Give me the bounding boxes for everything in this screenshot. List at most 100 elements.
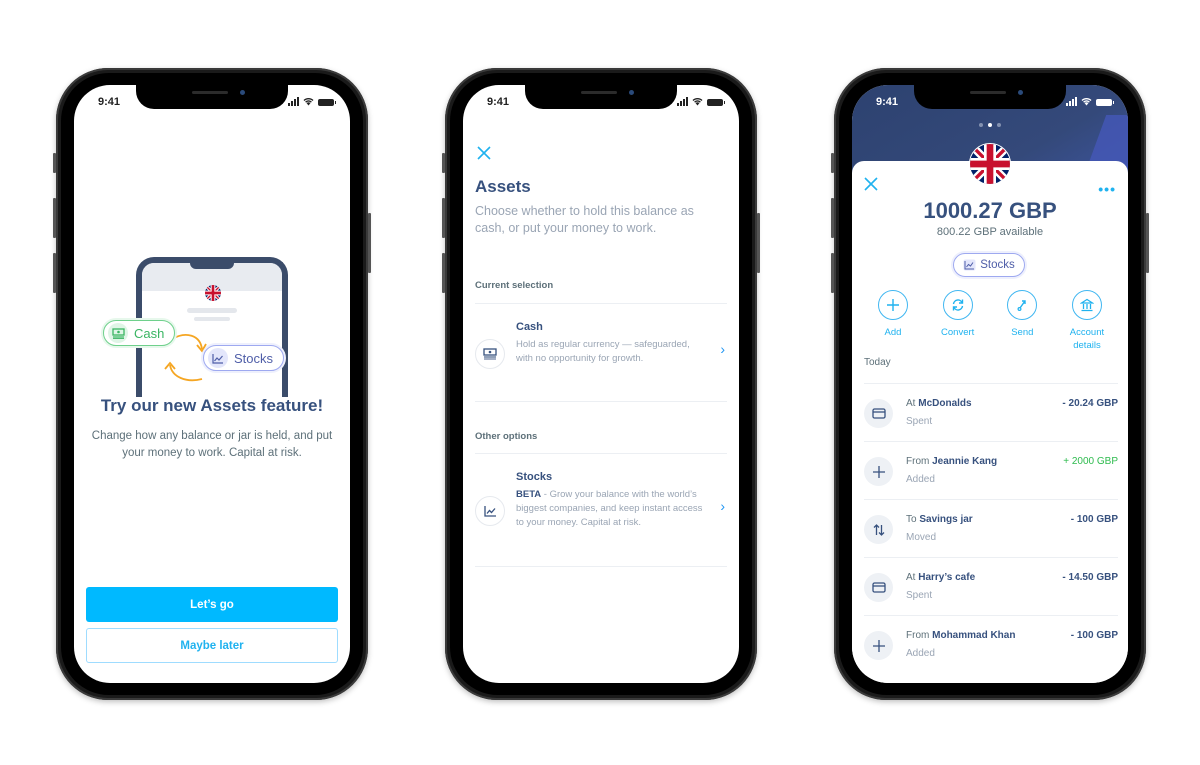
option-title: Cash <box>516 321 543 333</box>
transaction-status: Moved <box>906 532 937 543</box>
battery-icon <box>1096 99 1114 106</box>
divider <box>475 401 727 402</box>
transaction-amount: - 20.24 GBP <box>1062 398 1118 409</box>
mute-switch <box>831 153 834 173</box>
close-icon[interactable] <box>477 146 491 160</box>
transaction-row[interactable]: At McDonalds Spent - 20.24 GBP <box>864 383 1118 441</box>
uk-flag-icon <box>205 285 221 301</box>
status-time: 9:41 <box>98 96 121 108</box>
transaction-row[interactable]: At Harry’s cafe Spent - 14.50 GBP <box>864 557 1118 615</box>
transaction-row[interactable]: From Jeannie Kang Added + 2000 GBP <box>864 441 1118 499</box>
mute-switch <box>442 153 445 173</box>
option-cash[interactable]: Cash Hold as regular currency — safeguar… <box>475 321 727 381</box>
add-button[interactable]: Add <box>862 290 924 352</box>
section-today: Today <box>864 357 891 368</box>
transaction-title: From Mohammad Khan <box>906 630 1016 641</box>
card-icon <box>864 399 893 428</box>
current-selection-label: Current selection <box>475 280 554 291</box>
maybe-later-button[interactable]: Maybe later <box>86 628 338 663</box>
transaction-title: At McDonalds <box>906 398 972 409</box>
option-description: BETA - Grow your balance with the world’… <box>516 489 703 528</box>
battery-icon <box>318 99 336 106</box>
plus-icon <box>887 299 899 311</box>
stocks-pill: Stocks <box>203 345 285 371</box>
close-icon[interactable] <box>864 177 878 191</box>
transaction-amount: - 14.50 GBP <box>1062 572 1118 583</box>
status-time: 9:41 <box>876 96 899 108</box>
wifi-icon <box>1081 98 1092 106</box>
beta-badge: BETA <box>516 489 542 500</box>
transaction-status: Added <box>906 648 935 659</box>
wifi-icon <box>692 98 703 106</box>
transaction-amount: - 100 GBP <box>1070 630 1118 641</box>
plus-icon <box>864 457 893 486</box>
signal-icon <box>677 97 688 106</box>
mute-switch <box>53 153 56 173</box>
convert-button[interactable]: Convert <box>927 290 989 352</box>
page-dot[interactable] <box>997 123 1001 127</box>
other-options-label: Other options <box>475 431 538 442</box>
transfer-arrows-icon <box>864 515 893 544</box>
feature-description: Change how any balance or jar is held, a… <box>91 430 333 459</box>
convert-icon <box>952 299 963 311</box>
transaction-row[interactable]: To Savings jar Moved - 100 GBP <box>864 499 1118 557</box>
send-button[interactable]: Send <box>991 290 1053 352</box>
asset-chip-label: Stocks <box>980 259 1015 271</box>
option-title: Stocks <box>516 471 553 483</box>
screen: 9:41 ••• 1000.27 GBP 800.22 GBP availabl… <box>852 85 1128 683</box>
chart-line-icon <box>963 259 976 271</box>
volume-down-button <box>442 253 445 293</box>
more-options-icon[interactable]: ••• <box>1098 181 1116 197</box>
page-dot[interactable] <box>979 123 983 127</box>
lets-go-button[interactable]: Let’s go <box>86 587 338 622</box>
asset-type-chip[interactable]: Stocks <box>953 253 1025 277</box>
volume-up-button <box>442 198 445 238</box>
transaction-title: To Savings jar <box>906 514 973 525</box>
card-icon <box>864 573 893 602</box>
volume-up-button <box>831 198 834 238</box>
transaction-status: Spent <box>906 590 933 601</box>
chevron-right-icon: › <box>720 341 725 357</box>
account-details-button[interactable]: Account details <box>1056 290 1118 352</box>
phone-assets-selection: 9:41 Assets Choose whether to hold this … <box>442 68 760 700</box>
stocks-label: Stocks <box>234 350 274 366</box>
transaction-title: From Jeannie Kang <box>906 456 998 467</box>
transaction-status: Added <box>906 474 935 485</box>
cash-label: Cash <box>134 325 165 341</box>
battery-icon <box>707 99 725 106</box>
chart-line-icon <box>208 348 228 368</box>
phone-onboarding: 9:41 Cash Stocks Try our new Assets feat… <box>53 68 371 700</box>
page-dot-active[interactable] <box>988 123 992 127</box>
divider <box>475 453 727 454</box>
divider <box>475 566 727 567</box>
option-stocks[interactable]: Stocks BETA - Grow your balance with the… <box>475 471 727 551</box>
phone-balance: 9:41 ••• 1000.27 GBP 800.22 GBP availabl… <box>831 68 1149 700</box>
page-subtitle: Choose whether to hold this balance as c… <box>475 204 694 235</box>
power-button <box>368 213 371 273</box>
feature-title: Try our new Assets feature! <box>100 396 324 415</box>
transaction-status: Spent <box>906 416 933 427</box>
send-icon <box>1017 300 1027 312</box>
cash-icon <box>475 339 505 369</box>
uk-flag-icon <box>969 143 1011 185</box>
transaction-row[interactable]: From Mohammad Khan Added - 100 GBP <box>864 615 1118 673</box>
available-amount: 800.22 GBP available <box>936 226 1044 238</box>
screen: 9:41 Cash Stocks Try our new Assets feat… <box>74 85 350 683</box>
screen: 9:41 Assets Choose whether to hold this … <box>463 85 739 683</box>
wifi-icon <box>303 98 314 106</box>
divider <box>475 303 727 304</box>
signal-icon <box>1066 97 1077 106</box>
assets-illustration: Cash Stocks <box>74 235 350 397</box>
power-button <box>757 213 760 273</box>
chart-line-icon <box>475 496 505 526</box>
volume-up-button <box>53 198 56 238</box>
cash-icon <box>108 323 128 343</box>
quick-actions: Add Convert Send Account details <box>862 290 1118 352</box>
plus-icon <box>864 631 893 660</box>
transaction-amount: - 100 GBP <box>1070 514 1118 525</box>
option-description: Hold as regular currency — safeguarded, … <box>516 339 690 364</box>
volume-down-button <box>53 253 56 293</box>
page-indicator <box>979 123 1001 127</box>
page-title: Assets <box>475 177 531 196</box>
volume-down-button <box>831 253 834 293</box>
